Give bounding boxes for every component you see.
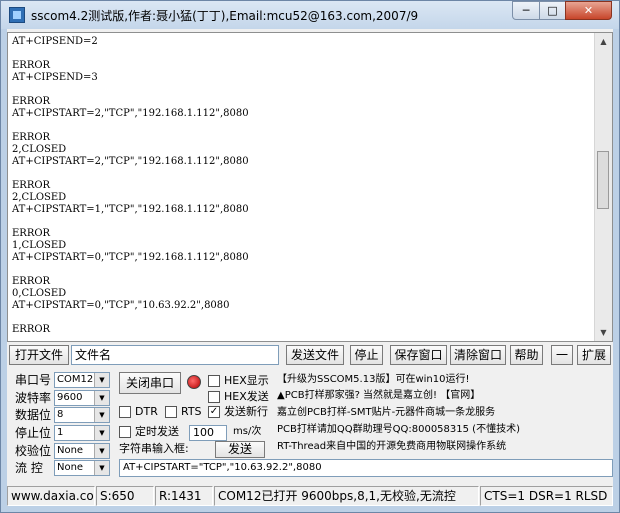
chevron-down-icon[interactable]: ▼ <box>94 408 109 422</box>
maximize-button[interactable]: □ <box>539 1 566 20</box>
ad-line[interactable]: PCB打样请加QQ群助理号QQ:800058315 (不懂技术) <box>277 423 520 437</box>
expand-button[interactable]: 扩展 <box>577 345 611 365</box>
flow-select[interactable]: None ▼ <box>54 460 110 476</box>
flow-label: 流 控 <box>15 461 43 475</box>
send-file-button[interactable]: 发送文件 <box>286 345 344 365</box>
help-button[interactable]: 帮助 <box>510 345 543 365</box>
ad-line[interactable]: 嘉立创PCB打样-SMT贴片-元器件商城一条龙服务 <box>277 406 495 420</box>
chevron-down-icon[interactable]: ▼ <box>94 373 109 387</box>
ad-line[interactable]: RT-Thread来自中国的开源免费商用物联网操作系统 <box>277 440 506 454</box>
send-newline-label: 发送新行 <box>224 405 268 418</box>
timed-send-label: 定时发送 <box>135 425 179 438</box>
title-bar[interactable]: sscom4.2测试版,作者:聂小猛(丁丁),Email:mcu52@163.c… <box>1 1 619 29</box>
save-window-button[interactable]: 保存窗口 <box>390 345 447 365</box>
send-input[interactable]: AT+CIPSTART="TCP","10.63.92.2",8080 <box>119 459 613 477</box>
hex-display-checkbox[interactable] <box>208 375 220 387</box>
baud-label: 波特率 <box>15 391 52 405</box>
dtr-checkbox[interactable] <box>119 406 131 418</box>
port-status-icon <box>187 375 201 389</box>
status-sent-count: S:650 <box>96 486 154 506</box>
rts-label: RTS <box>181 405 202 418</box>
port-value: COM12 <box>57 374 94 385</box>
ad-panel: 【升级为SSCOM5.13版】可在win10运行! ▲PCB打样那家强? 当然就… <box>273 373 613 458</box>
chevron-down-icon[interactable]: ▼ <box>94 426 109 440</box>
send-button[interactable]: 发送 <box>215 441 265 458</box>
stopbits-select[interactable]: 1 ▼ <box>54 425 110 441</box>
parity-value: None <box>57 445 84 456</box>
chevron-down-icon[interactable]: ▼ <box>94 444 109 458</box>
databits-label: 数据位 <box>15 408 52 422</box>
scroll-up-icon[interactable]: ▲ <box>595 33 612 50</box>
app-icon <box>9 7 25 23</box>
close-port-button[interactable]: 关闭串口 <box>119 372 181 394</box>
stopbits-label: 停止位 <box>15 426 52 440</box>
chevron-down-icon[interactable]: ▼ <box>94 391 109 405</box>
minimize-button[interactable]: ─ <box>512 1 540 20</box>
rts-checkbox[interactable] <box>165 406 177 418</box>
stop-button[interactable]: 停止 <box>350 345 383 365</box>
status-bar: www.daxia.com S:650 R:1431 COM12已打开 9600… <box>7 486 613 506</box>
hex-send-label: HEX发送 <box>224 390 269 403</box>
chevron-down-icon[interactable]: ▼ <box>94 461 109 475</box>
parity-select[interactable]: None ▼ <box>54 443 110 459</box>
app-window: sscom4.2测试版,作者:聂小猛(丁丁),Email:mcu52@163.c… <box>0 0 620 513</box>
databits-value: 8 <box>57 409 64 420</box>
dtr-label: DTR <box>135 405 158 418</box>
port-select[interactable]: COM12 ▼ <box>54 372 110 388</box>
close-button[interactable]: ✕ <box>565 1 612 20</box>
baud-value: 9600 <box>57 392 83 403</box>
collapse-button[interactable]: 一 <box>551 345 573 365</box>
client-area: AT+CIPSEND=2 ERROR AT+CIPSEND=3 ERROR AT… <box>7 29 613 506</box>
interval-input[interactable]: 100 <box>189 425 227 441</box>
status-port-state: COM12已打开 9600bps,8,1,无校验,无流控 <box>214 486 479 506</box>
flow-value: None <box>57 462 84 473</box>
filename-input[interactable]: 文件名 <box>71 345 279 365</box>
vertical-scrollbar[interactable]: ▲ ▼ <box>594 33 612 341</box>
parity-label: 校验位 <box>15 444 52 458</box>
interval-unit-label: ms/次 <box>233 426 262 437</box>
file-toolbar: 打开文件 文件名 发送文件 停止 保存窗口 清除窗口 帮助 一 扩展 <box>7 344 613 366</box>
ad-line[interactable]: ▲PCB打样那家强? 当然就是嘉立创! 【官网】 <box>277 389 480 403</box>
input-label: 字符串输入框: <box>119 442 189 455</box>
receive-textarea[interactable]: AT+CIPSEND=2 ERROR AT+CIPSEND=3 ERROR AT… <box>7 32 613 342</box>
hex-send-checkbox[interactable] <box>208 391 220 403</box>
baud-select[interactable]: 9600 ▼ <box>54 390 110 406</box>
port-label: 串口号 <box>15 373 52 387</box>
scroll-down-icon[interactable]: ▼ <box>595 324 612 341</box>
scroll-thumb[interactable] <box>597 151 609 209</box>
receive-text: AT+CIPSEND=2 ERROR AT+CIPSEND=3 ERROR AT… <box>12 36 249 335</box>
window-title: sscom4.2测试版,作者:聂小猛(丁丁),Email:mcu52@163.c… <box>31 9 419 23</box>
timed-send-checkbox[interactable] <box>119 426 131 438</box>
status-site[interactable]: www.daxia.com <box>7 486 95 506</box>
ad-line[interactable]: 【升级为SSCOM5.13版】可在win10运行! <box>277 373 469 387</box>
status-received-count: R:1431 <box>155 486 213 506</box>
databits-select[interactable]: 8 ▼ <box>54 407 110 423</box>
stopbits-value: 1 <box>57 427 64 438</box>
hex-display-label: HEX显示 <box>224 374 269 387</box>
status-signals: CTS=1 DSR=1 RLSD <box>480 486 613 506</box>
open-file-button[interactable]: 打开文件 <box>9 345 69 365</box>
clear-window-button[interactable]: 清除窗口 <box>450 345 506 365</box>
send-newline-checkbox[interactable]: ✓ <box>208 406 220 418</box>
